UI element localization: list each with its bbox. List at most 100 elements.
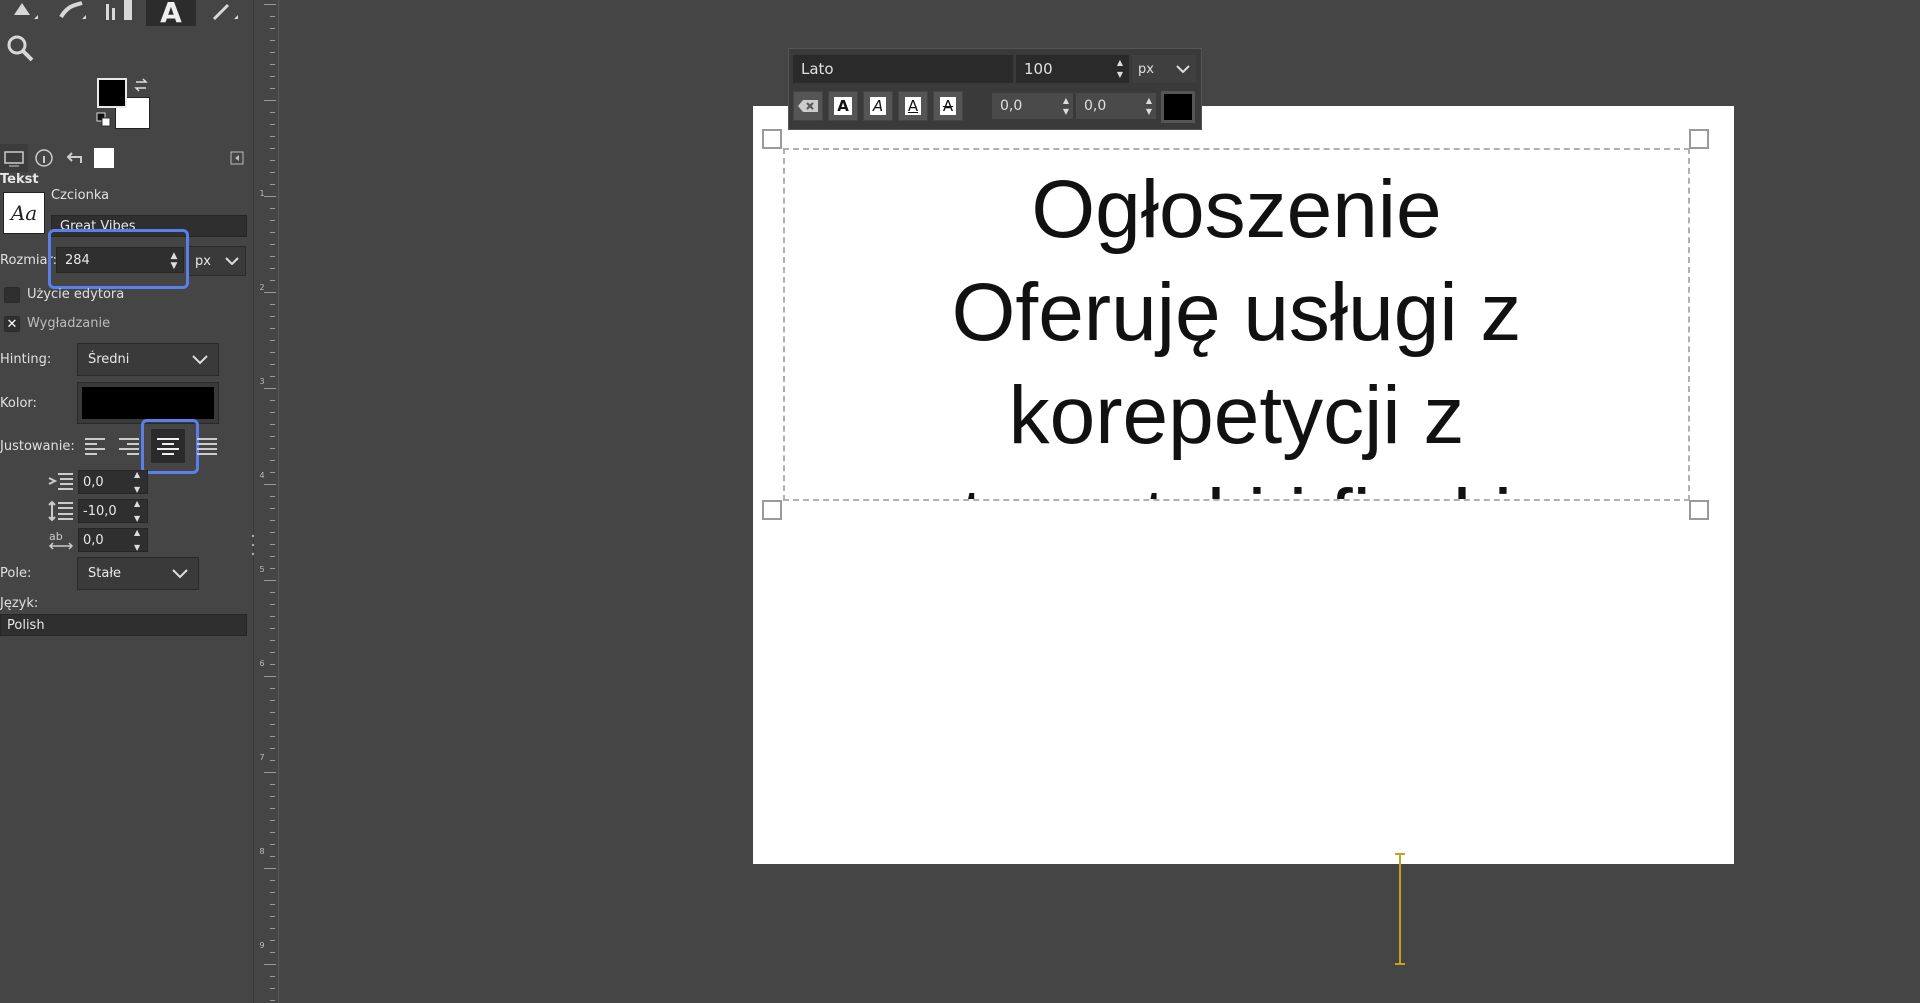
toolbar-unit-dropdown[interactable]: px	[1132, 55, 1196, 83]
ruler-tick	[270, 844, 275, 845]
ruler-label: 5	[259, 565, 265, 574]
ruler-tick	[270, 700, 275, 701]
text-layer-box[interactable]: Ogłoszenie Oferuję usługi z korepetycji z m…	[783, 148, 1690, 501]
ruler-tick	[270, 364, 275, 365]
ruler-tick	[270, 784, 275, 785]
section-title: Tekst	[0, 172, 39, 187]
kerning-input[interactable]: 0,0 ▲ ▼	[1076, 93, 1156, 119]
ruler-tick	[270, 256, 275, 257]
zoom-tool-icon[interactable]	[4, 32, 36, 64]
ruler-tick	[270, 940, 275, 941]
toolbar-font-field[interactable]: Lato	[793, 55, 1013, 83]
ruler-tick	[270, 340, 275, 341]
font-preview-button[interactable]: Aa	[3, 192, 45, 234]
color-button[interactable]	[77, 382, 219, 424]
panel-resize-handle[interactable]	[251, 530, 255, 560]
ruler-tick	[270, 520, 275, 521]
baseline-value: 0,0	[1000, 98, 1023, 114]
resize-handle-bottom-left[interactable]	[762, 500, 782, 520]
ruler-tick	[270, 460, 275, 461]
toolbar-color-button[interactable]	[1161, 91, 1195, 123]
ruler-tick	[270, 40, 275, 41]
strikethrough-label: A	[939, 97, 957, 115]
ruler-tick	[270, 496, 275, 497]
canvas-text: Ogłoszenie Oferuję usługi z korepetycji z m…	[785, 158, 1688, 499]
justify-right-icon[interactable]	[118, 436, 140, 458]
ruler-tick	[270, 748, 275, 749]
baseline-input[interactable]: 0,0 ▲ ▼	[992, 93, 1073, 119]
antialias-checkbox[interactable]: ✕	[4, 316, 20, 332]
resize-handle-bottom-right[interactable]	[1689, 500, 1709, 520]
ruler-tick	[264, 676, 276, 677]
toolbar-size-input[interactable]: 100 ▲ ▼	[1016, 55, 1129, 83]
smudge-tool-icon[interactable]	[56, 0, 90, 22]
ruler-tick	[270, 592, 275, 593]
language-field[interactable]: Polish	[0, 614, 247, 636]
justify-fill-icon[interactable]	[196, 436, 218, 458]
ruler-tick	[270, 652, 275, 653]
italic-button[interactable]: A	[863, 91, 893, 121]
size-unit-dropdown[interactable]: px	[188, 246, 246, 276]
ruler-tick	[270, 304, 275, 305]
ruler-tick	[270, 328, 275, 329]
font-label: Czcionka	[51, 188, 110, 203]
justify-left-icon[interactable]	[84, 436, 106, 458]
ruler-tick	[270, 316, 275, 317]
ruler-tick	[270, 1000, 275, 1001]
ruler-tick	[270, 148, 275, 149]
ruler-tick	[270, 880, 275, 881]
bold-label: A	[834, 97, 852, 115]
default-colors-icon[interactable]	[96, 112, 112, 128]
bold-button[interactable]: A	[828, 91, 858, 121]
ruler-tick	[270, 892, 275, 893]
hinting-value: Średni	[88, 352, 130, 367]
clear-style-button[interactable]	[793, 91, 823, 121]
text-cursor-icon	[1394, 853, 1406, 965]
ruler-tick	[270, 172, 275, 173]
use-editor-checkbox[interactable]	[4, 287, 20, 303]
color-label: Kolor:	[0, 396, 37, 411]
ruler-tick	[270, 244, 275, 245]
canvas-text-line: Ogłoszenie	[1031, 164, 1442, 255]
resize-handle-top-right[interactable]	[1689, 129, 1709, 149]
tool-options-tab-icon[interactable]	[0, 144, 28, 172]
vertical-ruler[interactable]: 1 2 3 4 5 6 7 8 9	[256, 0, 279, 1003]
measure-tool-icon[interactable]	[102, 0, 136, 22]
ruler-tick	[270, 160, 275, 161]
images-tab-icon[interactable]	[90, 144, 118, 172]
ruler-tick	[270, 136, 275, 137]
box-dropdown[interactable]: Stałe	[77, 557, 199, 590]
toolbar-size-spinner[interactable]: ▲ ▼	[1117, 57, 1123, 81]
ruler-tick	[270, 664, 275, 665]
ruler-tick	[264, 580, 276, 581]
undo-history-tab-icon[interactable]	[60, 144, 88, 172]
align-tool-icon[interactable]	[8, 0, 42, 22]
underline-label: A	[904, 97, 922, 115]
letter-spacing-spinner[interactable]: ▲ ▼	[134, 528, 146, 552]
ruler-label: 1	[259, 189, 265, 198]
strikethrough-button[interactable]: A	[933, 91, 963, 121]
baseline-spinner[interactable]: ▲ ▼	[1063, 95, 1069, 117]
device-status-tab-icon[interactable]	[30, 144, 58, 172]
color-picker-tool-icon[interactable]	[208, 0, 242, 22]
ruler-tick	[270, 64, 275, 65]
ruler-tick	[270, 280, 275, 281]
justify-center-highlight	[141, 419, 199, 474]
language-label: Język:	[0, 596, 39, 611]
text-tool-icon[interactable]: A	[146, 0, 196, 27]
ruler-tick	[270, 376, 275, 377]
ruler-tick	[264, 388, 276, 389]
hinting-dropdown[interactable]: Średni	[77, 343, 219, 376]
indent-spinner[interactable]: ▲ ▼	[134, 470, 146, 494]
configure-tab-icon[interactable]	[226, 144, 248, 172]
resize-handle-top-left[interactable]	[762, 129, 782, 149]
kerning-spinner[interactable]: ▲ ▼	[1146, 95, 1152, 117]
ruler-tick	[270, 532, 275, 533]
chevron-down-icon	[1176, 65, 1190, 73]
indent-value: 0,0	[83, 474, 104, 490]
foreground-color-swatch[interactable]	[97, 78, 127, 108]
swap-colors-icon[interactable]	[133, 76, 151, 94]
ruler-label: 2	[259, 283, 265, 292]
line-spacing-spinner[interactable]: ▲ ▼	[134, 499, 146, 523]
underline-button[interactable]: A	[898, 91, 928, 121]
